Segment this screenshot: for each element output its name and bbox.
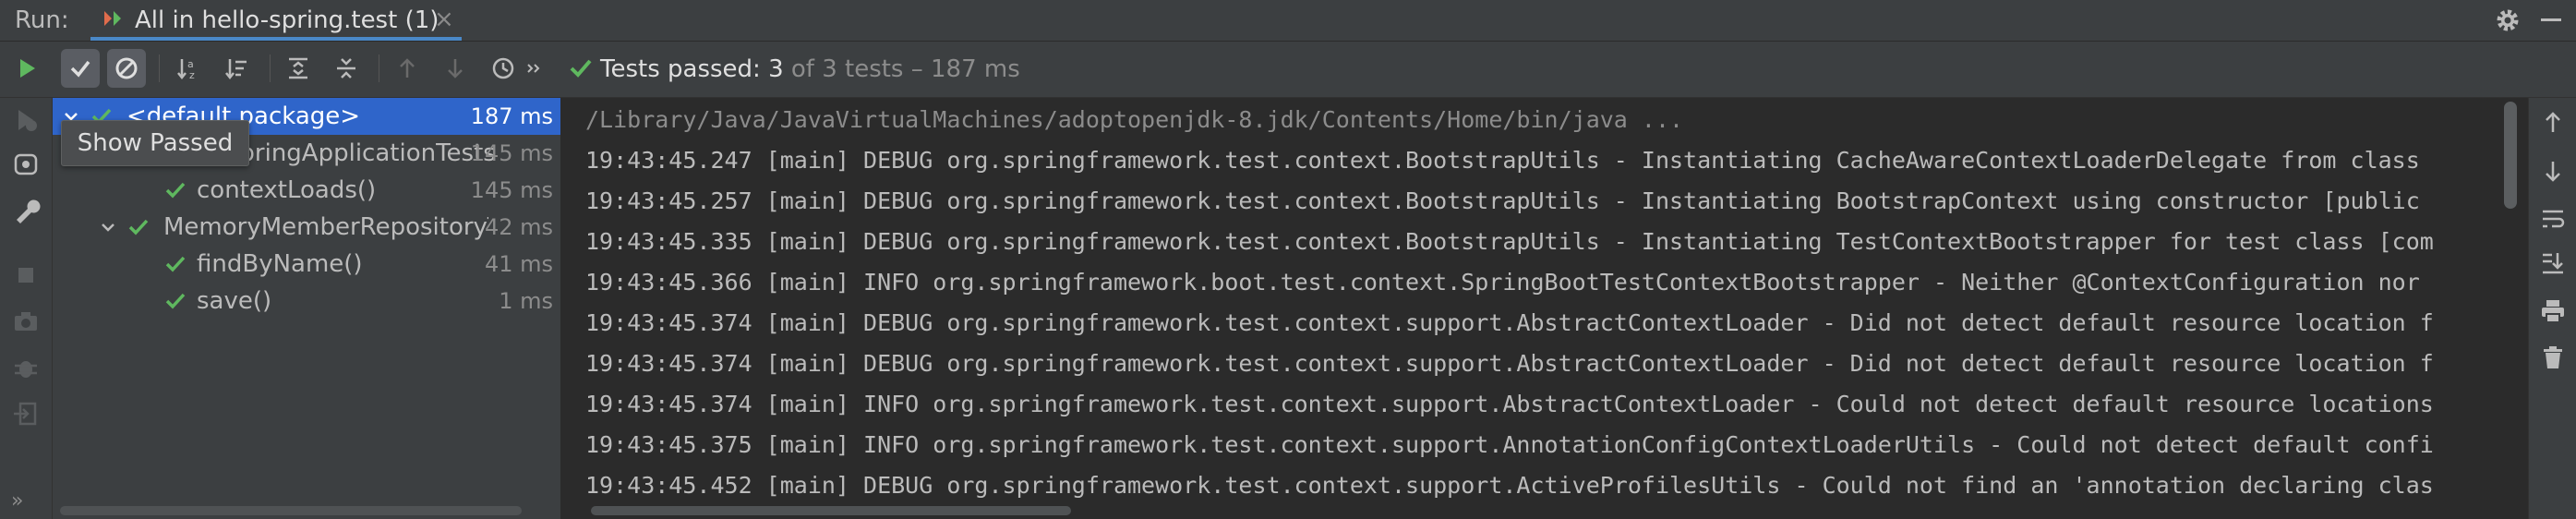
tree-row-label: MemoryMemberRepositoryTest [163,213,488,241]
show-passed-icon[interactable] [61,49,100,88]
show-ignored-icon[interactable] [107,49,146,88]
console-line: 19:43:45.374 [main] DEBUG org.springfram… [585,350,2434,377]
tree-row-label: contextLoads() [197,176,377,204]
console-line: 19:43:45.247 [main] DEBUG org.springfram… [585,147,2420,174]
arrow-down-icon[interactable] [2539,157,2567,185]
tree-row-time: 145 ms [470,140,553,166]
tree-row-time: 1 ms [499,288,553,314]
passed-check-icon [128,219,149,235]
test-status-summary: Tests passed: 3 of 3 tests – 187 ms [600,42,1020,97]
debug-bug-icon[interactable] [11,353,41,382]
console-actions-strip [2528,98,2576,519]
tree-row-label: findByName() [197,250,363,278]
tree-row-time: 145 ms [470,177,553,203]
chevron-down-icon[interactable] [99,218,117,236]
wrench-icon[interactable] [11,196,41,225]
tree-row-test-method[interactable]: save() 1 ms [53,283,560,320]
import-tests-icon[interactable] [11,399,41,428]
left-tool-strip: » [0,98,53,519]
console-output[interactable]: /Library/Java/JavaVirtualMachines/adopto… [561,98,2502,519]
console-vertical-scrollbar[interactable] [2504,102,2517,209]
console-line: 19:43:45.257 [main] DEBUG org.springfram… [585,187,2420,214]
settings-gear-icon[interactable] [2493,6,2522,35]
status-main: Tests passed: 3 [600,55,784,83]
console-line: 19:43:45.335 [main] DEBUG org.springfram… [585,228,2434,255]
rerun-failed-icon[interactable] [11,105,41,135]
close-tab-icon[interactable]: × [434,7,454,31]
test-config-icon [104,11,121,26]
prev-failed-icon[interactable] [388,49,427,88]
svg-text:z: z [189,69,195,81]
console-line: 19:43:45.366 [main] INFO org.springframe… [585,269,2420,296]
test-runner-toolbar: az [0,42,2576,98]
tree-row-label: save() [197,287,272,315]
console-line: /Library/Java/JavaVirtualMachines/adopto… [585,106,1684,133]
scroll-to-end-icon[interactable] [2539,249,2567,277]
run-tab-label: All in hello-spring.test (1) [135,6,439,34]
collapse-all-icon[interactable] [327,49,366,88]
toggle-auto-test-icon[interactable] [11,150,41,179]
next-failed-icon[interactable] [436,49,475,88]
camera-icon[interactable] [11,307,41,336]
console-line: 19:43:45.375 [main] INFO org.springframe… [585,431,2434,458]
console-line: 19:43:45.452 [main] DEBUG org.springfram… [585,472,2434,499]
stop-icon[interactable] [11,260,41,290]
tree-row-time: 42 ms [484,214,553,240]
minimize-icon[interactable] [2541,18,2561,21]
sort-duration-icon[interactable] [218,49,257,88]
trash-icon[interactable] [2539,344,2567,371]
arrow-up-icon[interactable] [2539,109,2567,137]
tests-passed-check-icon [570,59,592,78]
console-line: 19:43:45.374 [main] INFO org.springframe… [585,391,2434,417]
passed-check-icon [165,182,186,199]
print-icon[interactable] [2539,297,2567,325]
tree-row-time: 41 ms [484,251,553,277]
tree-horizontal-scrollbar[interactable] [60,506,522,515]
status-sub: of 3 tests – 187 ms [783,55,1020,83]
tree-row-test-method[interactable]: contextLoads() 145 ms [53,172,560,209]
show-passed-tooltip: Show Passed [61,120,249,166]
passed-check-icon [165,256,186,272]
console-horizontal-scrollbar[interactable] [591,506,1071,515]
tree-row-test-class[interactable]: MemoryMemberRepositoryTest 42 ms [53,209,560,246]
history-icon[interactable] [484,49,523,88]
more-tools-chevron[interactable]: » [11,489,23,513]
rerun-icon[interactable] [7,49,46,88]
tree-row-time: 187 ms [470,103,553,129]
console-line: 19:43:45.374 [main] DEBUG org.springfram… [585,309,2434,336]
run-label: Run: [15,6,69,34]
tree-row-test-method[interactable]: findByName() 41 ms [53,246,560,283]
more-chevron-icon[interactable] [524,49,550,88]
expand-all-icon[interactable] [279,49,318,88]
soft-wrap-icon[interactable] [2539,205,2567,233]
passed-check-icon [165,293,186,309]
sort-alpha-icon[interactable]: az [170,49,209,88]
